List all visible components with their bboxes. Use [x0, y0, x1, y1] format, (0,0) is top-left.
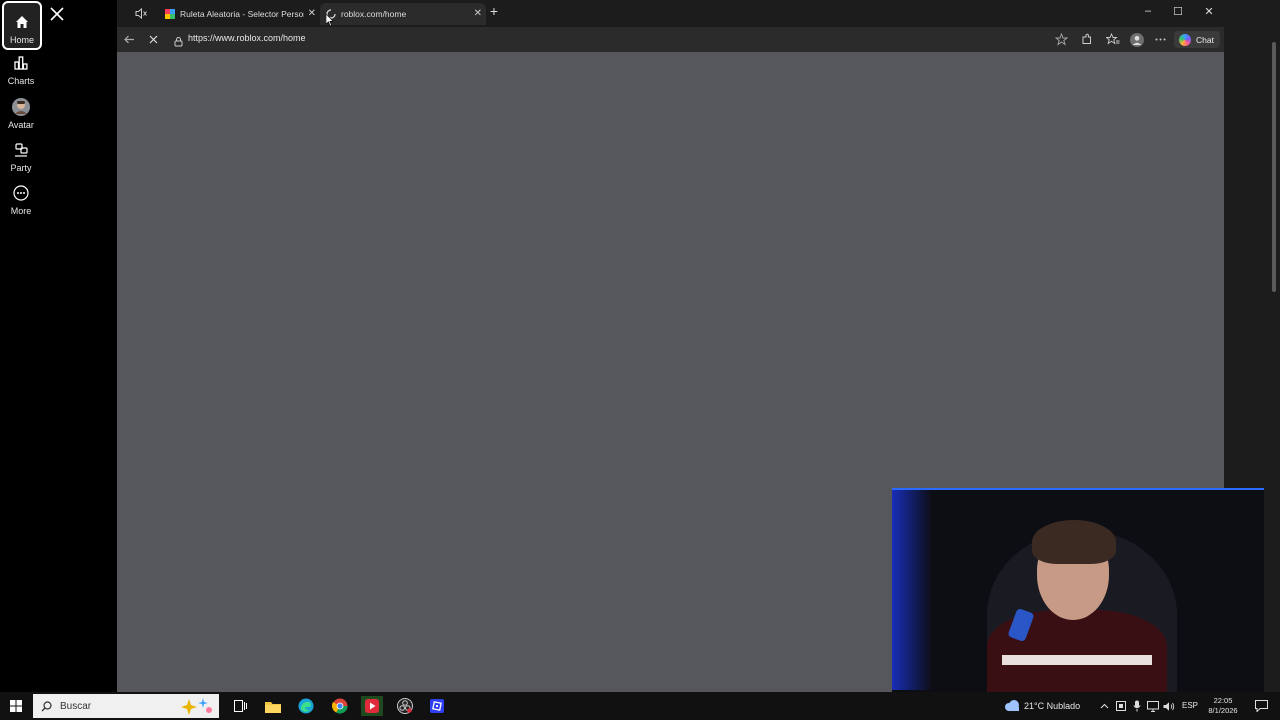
sidebar-item-label: Charts — [7, 76, 35, 86]
sidebar-item-label: More — [10, 206, 32, 216]
sidebar-item-home[interactable]: Home — [2, 1, 42, 50]
close-icon[interactable] — [48, 5, 66, 23]
volume-icon[interactable] — [1161, 696, 1177, 716]
back-button[interactable] — [123, 33, 136, 46]
webcam-overlay — [892, 488, 1264, 696]
tray-overflow-chevron-icon[interactable] — [1095, 696, 1113, 716]
tab-close-icon[interactable]: ✕ — [474, 8, 482, 19]
chat-label: Chat — [1196, 34, 1214, 45]
avatar — [11, 97, 31, 117]
address-url: https://www.roblox.com/home — [188, 33, 306, 43]
sidebar-item-avatar[interactable]: Avatar — [2, 88, 40, 133]
tab-title: roblox.com/home — [341, 9, 407, 19]
tab-title: Ruleta Aleatoria - Selector Personajes — [180, 9, 304, 19]
weather-cloud-icon[interactable] — [1002, 696, 1022, 716]
media-player-icon[interactable] — [361, 696, 383, 716]
extensions-icon[interactable] — [1080, 33, 1093, 46]
address-bar[interactable]: https://www.roblox.com/home — [169, 30, 1099, 49]
notifications-icon[interactable] — [1250, 696, 1272, 716]
edge-browser-icon[interactable] — [295, 696, 317, 716]
network-icon[interactable] — [1145, 696, 1161, 716]
webcam-person-hair — [1032, 520, 1116, 564]
clock-time: 22:05 — [1213, 696, 1233, 705]
profile-icon[interactable] — [1130, 33, 1144, 47]
more-options-icon[interactable] — [1154, 33, 1167, 46]
taskbar-search[interactable]: Buscar — [33, 694, 219, 718]
copilot-icon — [1179, 33, 1191, 46]
tab-ruleta[interactable]: Ruleta Aleatoria - Selector Personajes ✕ — [162, 3, 320, 25]
tray-app-icon[interactable] — [1113, 696, 1129, 716]
start-button[interactable] — [5, 696, 27, 716]
tab-roblox[interactable]: roblox.com/home ✕ — [320, 3, 486, 25]
charts-icon — [11, 53, 31, 73]
sidebar-item-more[interactable]: More — [2, 174, 40, 219]
search-placeholder: Buscar — [60, 700, 92, 712]
microphone-icon[interactable] — [1129, 696, 1145, 716]
favorites-icon[interactable] — [1105, 32, 1120, 46]
mute-icon[interactable] — [135, 7, 148, 20]
task-view-button[interactable] — [229, 696, 251, 716]
scroll-thumb[interactable] — [1272, 42, 1276, 292]
stop-loading-button[interactable] — [147, 33, 160, 46]
sidebar-item-charts[interactable]: Charts — [2, 44, 40, 89]
copilot-chat-button[interactable]: Chat — [1174, 31, 1220, 48]
favorite-star-icon[interactable] — [1054, 32, 1069, 46]
scrollbar[interactable] — [1270, 28, 1278, 692]
ruleta-favicon-icon — [165, 9, 175, 19]
taskbar-clock[interactable]: 22:05 8/1/2026 — [1203, 696, 1243, 716]
minimize-button[interactable]: – — [1139, 5, 1157, 17]
obs-recording-icon[interactable] — [394, 696, 416, 716]
sidebar-item-party[interactable]: Party — [2, 131, 40, 176]
more-icon — [11, 183, 31, 203]
new-tab-button[interactable]: + — [485, 3, 503, 19]
lock-icon[interactable] — [173, 34, 186, 47]
roblox-app-icon[interactable] — [426, 696, 448, 716]
sidebar-item-label: Avatar — [8, 120, 34, 130]
taskbar: Buscar 21°C Nublado ESP 22:05 8/1/2026 — [0, 692, 1280, 720]
file-explorer-icon[interactable] — [262, 696, 284, 716]
home-icon — [12, 12, 32, 32]
party-icon — [11, 140, 31, 160]
search-icon — [41, 700, 52, 712]
browser-toolbar: https://www.roblox.com/home Chat — [117, 27, 1224, 52]
tab-close-icon[interactable]: ✕ — [308, 8, 316, 19]
app-sidebar: Home Charts Avatar Party More — [0, 0, 117, 692]
language-indicator[interactable]: ESP — [1182, 701, 1198, 710]
webcam-light — [892, 490, 932, 690]
chrome-browser-icon[interactable] — [329, 696, 351, 716]
sidebar-item-label: Party — [10, 163, 32, 173]
clock-date: 8/1/2026 — [1208, 706, 1238, 715]
webcam-shirt-stripe — [1002, 655, 1152, 665]
sparkles-icon — [181, 697, 213, 718]
mouse-cursor-icon — [326, 14, 334, 27]
window-close-button[interactable]: ✕ — [1200, 5, 1218, 18]
weather-text[interactable]: 21°C Nublado — [1024, 701, 1080, 711]
maximize-button[interactable]: ☐ — [1169, 5, 1187, 18]
tab-bar: Ruleta Aleatoria - Selector Personajes ✕… — [117, 0, 1280, 27]
